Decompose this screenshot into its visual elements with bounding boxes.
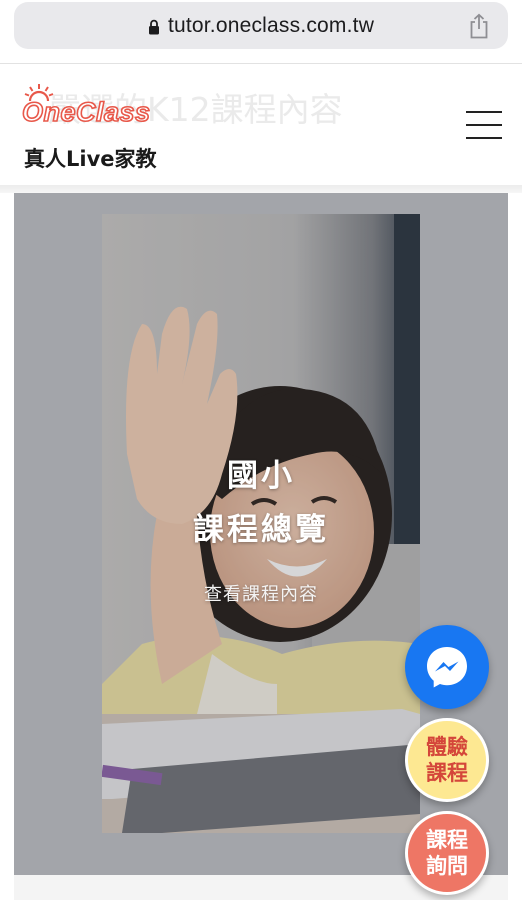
oneclass-logo[interactable]: OneClass	[20, 84, 170, 137]
lock-icon	[148, 19, 159, 34]
trial-class-button[interactable]: 體驗課程	[405, 718, 489, 802]
browser-bar: tutor.oneclass.com.tw	[0, 0, 522, 64]
trial-class-label: 體驗課程	[426, 735, 468, 785]
view-course-content-link[interactable]: 查看課程內容	[102, 580, 420, 606]
course-card-title-level: 國小	[227, 458, 295, 494]
course-card-title-overview: 課程總覽	[193, 512, 329, 548]
site-header: 嚴選的K12課程內容 OneClass 真人Live家教	[0, 65, 522, 185]
course-inquiry-label: 課程詢問	[426, 828, 468, 878]
address-bar[interactable]: tutor.oneclass.com.tw	[14, 2, 508, 49]
messenger-chat-button[interactable]	[405, 625, 489, 709]
header-divider	[0, 185, 522, 193]
messenger-icon	[427, 647, 467, 688]
site-tagline: 真人Live家教	[24, 147, 157, 171]
hamburger-menu-button[interactable]	[466, 111, 502, 139]
elementary-course-card[interactable]: 國小 課程總覽 查看課程內容	[102, 214, 420, 833]
page: tutor.oneclass.com.tw 嚴選的K12課程內容 OneClas…	[0, 0, 522, 900]
logo-wordmark: OneClass	[21, 96, 151, 128]
share-icon[interactable]	[468, 13, 490, 39]
hamburger-icon	[466, 111, 502, 113]
course-inquiry-button[interactable]: 課程詢問	[405, 811, 489, 895]
url-text: tutor.oneclass.com.tw	[167, 13, 375, 37]
